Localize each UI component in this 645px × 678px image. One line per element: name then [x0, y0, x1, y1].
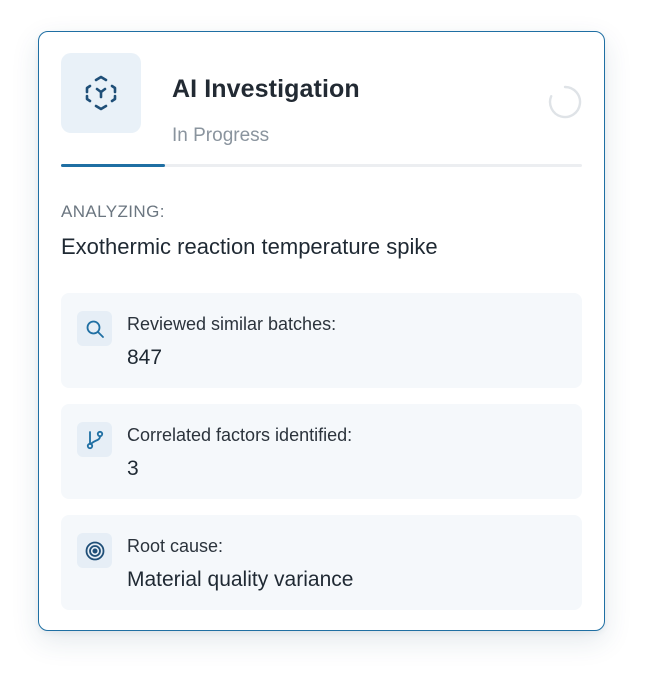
step-root-cause: Root cause: Material quality variance [61, 515, 582, 610]
ai-investigation-card: AI Investigation In Progress ANALYZING: … [38, 31, 605, 631]
ai-scan-icon [61, 53, 141, 133]
step-reviewed-batches: Reviewed similar batches: 847 [61, 293, 582, 388]
step-label: Correlated factors identified: [127, 425, 353, 445]
search-icon [77, 311, 112, 346]
progress-bar [61, 164, 582, 167]
investigation-steps: Reviewed similar batches: 847 Correlated… [61, 293, 582, 626]
branch-icon [77, 422, 112, 457]
loading-spinner-icon [548, 85, 582, 119]
step-value: Material quality variance [127, 568, 354, 591]
analyzing-label: ANALYZING: [61, 202, 165, 221]
card-title: AI Investigation [172, 75, 360, 103]
card-header: AI Investigation In Progress [61, 53, 582, 146]
step-label: Root cause: [127, 536, 224, 556]
step-correlated-factors: Correlated factors identified: 3 [61, 404, 582, 499]
step-value: 847 [127, 346, 163, 369]
progress-bar-fill [61, 164, 166, 167]
step-label: Reviewed similar batches: [127, 314, 337, 334]
target-icon [77, 533, 112, 568]
status-text: In Progress [172, 125, 270, 146]
analysis-subject: Exothermic reaction temperature spike [61, 234, 438, 259]
step-value: 3 [127, 457, 139, 480]
